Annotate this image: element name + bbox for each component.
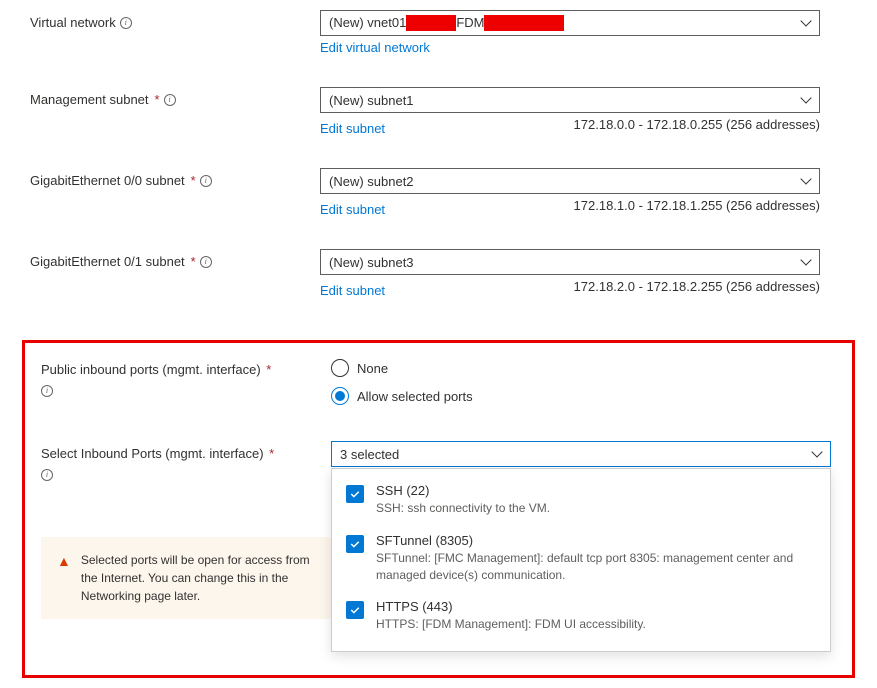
ge01-subnet-value: (New) subnet3 [329, 255, 801, 270]
select-ports-dropdown[interactable]: 3 selected SSH (22) SSH: ssh connectivit… [331, 441, 831, 467]
radio-none-label: None [357, 361, 388, 376]
port-option-desc: HTTPS: [FDM Management]: FDM UI accessib… [376, 616, 816, 633]
mgmt-subnet-label: Management subnet [30, 92, 149, 107]
radio-none[interactable]: None [331, 359, 831, 377]
mgmt-subnet-dropdown[interactable]: (New) subnet1 [320, 87, 820, 113]
warning-text: Selected ports will be open for access f… [81, 551, 315, 605]
checkbox-checked-icon [346, 485, 364, 503]
ge00-subnet-value: (New) subnet2 [329, 174, 801, 189]
radio-icon [331, 387, 349, 405]
chevron-down-icon [801, 176, 811, 186]
edit-vnet-link[interactable]: Edit virtual network [320, 40, 430, 55]
ge01-subnet-dropdown[interactable]: (New) subnet3 [320, 249, 820, 275]
ge00-subnet-dropdown[interactable]: (New) subnet2 [320, 168, 820, 194]
chevron-down-icon [801, 257, 811, 267]
select-ports-label: Select Inbound Ports (mgmt. interface) [41, 446, 264, 461]
info-icon[interactable] [41, 385, 53, 397]
port-option-desc: SFTunnel: [FMC Management]: default tcp … [376, 550, 816, 584]
public-ports-radio-group: None Allow selected ports [331, 357, 831, 405]
port-option-sftunnel[interactable]: SFTunnel (8305) SFTunnel: [FMC Managemen… [332, 525, 830, 592]
warning-icon: ▲ [57, 551, 71, 572]
public-ports-label: Public inbound ports (mgmt. interface) [41, 362, 261, 377]
ge01-subnet-label: GigabitEthernet 0/1 subnet [30, 254, 185, 269]
radio-allow-label: Allow selected ports [357, 389, 473, 404]
required-indicator: * [191, 173, 196, 188]
vnet-label: Virtual network [30, 15, 116, 30]
warning-banner: ▲ Selected ports will be open for access… [41, 537, 331, 619]
info-icon[interactable] [41, 469, 53, 481]
chevron-down-icon [812, 449, 822, 459]
select-ports-value: 3 selected [340, 447, 812, 462]
checkbox-checked-icon [346, 601, 364, 619]
select-ports-panel: SSH (22) SSH: ssh connectivity to the VM… [331, 468, 831, 652]
port-option-ssh[interactable]: SSH (22) SSH: ssh connectivity to the VM… [332, 475, 830, 525]
info-icon[interactable] [200, 175, 212, 187]
highlight-region: Public inbound ports (mgmt. interface) *… [22, 340, 855, 678]
info-icon[interactable] [120, 17, 132, 29]
checkbox-checked-icon [346, 535, 364, 553]
mgmt-subnet-range: 172.18.0.0 - 172.18.0.255 (256 addresses… [574, 117, 820, 136]
edit-ge01-subnet-link[interactable]: Edit subnet [320, 283, 385, 298]
radio-icon [331, 359, 349, 377]
required-indicator: * [155, 92, 160, 107]
info-icon[interactable] [164, 94, 176, 106]
required-indicator: * [269, 446, 274, 461]
info-icon[interactable] [200, 256, 212, 268]
port-option-title: HTTPS (443) [376, 599, 816, 614]
mgmt-subnet-value: (New) subnet1 [329, 93, 801, 108]
required-indicator: * [191, 254, 196, 269]
chevron-down-icon [801, 18, 811, 28]
required-indicator: * [266, 362, 271, 377]
edit-mgmt-subnet-link[interactable]: Edit subnet [320, 121, 385, 136]
port-option-desc: SSH: ssh connectivity to the VM. [376, 500, 816, 517]
chevron-down-icon [801, 95, 811, 105]
ge00-subnet-label: GigabitEthernet 0/0 subnet [30, 173, 185, 188]
ge01-subnet-range: 172.18.2.0 - 172.18.2.255 (256 addresses… [574, 279, 820, 298]
port-option-https[interactable]: HTTPS (443) HTTPS: [FDM Management]: FDM… [332, 591, 830, 641]
ge00-subnet-range: 172.18.1.0 - 172.18.1.255 (256 addresses… [574, 198, 820, 217]
vnet-value: (New) vnet01FDM [329, 15, 801, 32]
port-option-title: SSH (22) [376, 483, 816, 498]
port-option-title: SFTunnel (8305) [376, 533, 816, 548]
radio-allow[interactable]: Allow selected ports [331, 387, 831, 405]
vnet-dropdown[interactable]: (New) vnet01FDM [320, 10, 820, 36]
edit-ge00-subnet-link[interactable]: Edit subnet [320, 202, 385, 217]
